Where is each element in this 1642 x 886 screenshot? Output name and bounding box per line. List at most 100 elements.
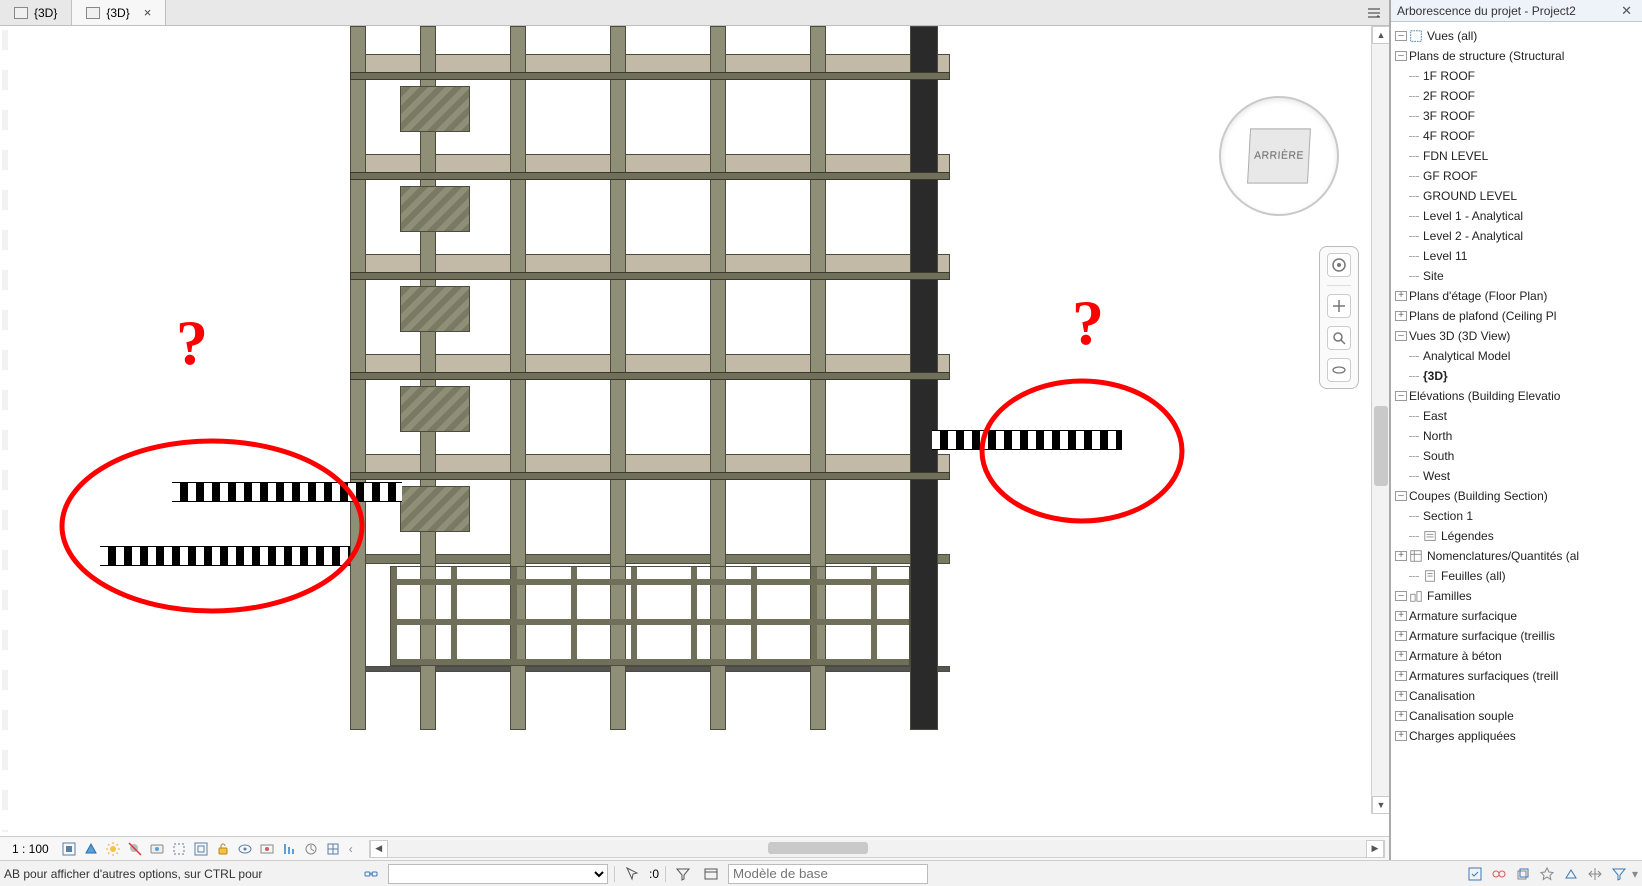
select-links-icon[interactable] (1488, 864, 1510, 884)
tab-list-menu[interactable] (1359, 0, 1389, 25)
workset-combo[interactable] (728, 864, 928, 884)
reveal-constraints-icon[interactable] (323, 840, 343, 858)
workset-icon[interactable] (700, 864, 722, 884)
filter-selection-icon[interactable] (1608, 864, 1630, 884)
3d-viewport[interactable]: ? ? ARRIÈRE ▲ ▼ (0, 26, 1389, 836)
chevron-down-icon[interactable]: ▾ (1632, 867, 1638, 881)
pan-button[interactable] (1327, 294, 1351, 318)
select-face-icon[interactable] (1560, 864, 1582, 884)
tree-item[interactable]: +Armature à béton (1395, 646, 1640, 666)
tree-item[interactable]: Section 1 (1395, 506, 1640, 526)
viewport-vscroll[interactable]: ▲ ▼ (1371, 26, 1389, 814)
tree-item[interactable]: –Plans de structure (Structural (1395, 46, 1640, 66)
chevron-left-icon[interactable]: ‹ (345, 842, 357, 856)
project-browser-title[interactable]: Arborescence du projet - Project2 ✕ (1391, 0, 1642, 22)
tree-item[interactable]: +Canalisation souple (1395, 706, 1640, 726)
analytical-model-icon[interactable] (279, 840, 299, 858)
tree-item[interactable]: FDN LEVEL (1395, 146, 1640, 166)
tree-item[interactable]: GF ROOF (1395, 166, 1640, 186)
crop-view-icon[interactable] (169, 840, 189, 858)
tree-item[interactable]: East (1395, 406, 1640, 426)
tree-item[interactable]: North (1395, 426, 1640, 446)
view-tab-3d-1[interactable]: {3D} (0, 0, 72, 25)
tree-item[interactable]: {3D} (1395, 366, 1640, 386)
expand-icon[interactable]: + (1395, 631, 1407, 641)
drag-elements-icon[interactable] (1584, 864, 1606, 884)
scale-label[interactable]: 1 : 100 (4, 842, 57, 856)
type-selector[interactable] (388, 864, 608, 884)
rendering-dialog-icon[interactable] (147, 840, 167, 858)
tree-item[interactable]: +Armature surfacique (treillis (1395, 626, 1640, 646)
close-panel-icon[interactable]: ✕ (1617, 3, 1636, 19)
scroll-right-icon[interactable]: ▶ (1366, 840, 1384, 858)
steering-wheel-button[interactable] (1327, 253, 1351, 277)
collapse-icon[interactable]: – (1395, 491, 1407, 501)
filter-icon[interactable] (672, 864, 694, 884)
viewcube[interactable]: ARRIÈRE (1219, 96, 1339, 216)
vscroll-thumb[interactable] (1374, 406, 1388, 486)
hscroll-thumb[interactable] (768, 842, 868, 854)
expand-icon[interactable]: + (1395, 691, 1407, 701)
scroll-down-icon[interactable]: ▼ (1372, 796, 1389, 814)
tree-item[interactable]: –Coupes (Building Section) (1395, 486, 1640, 506)
tree-item[interactable]: Site (1395, 266, 1640, 286)
project-browser-tree[interactable]: –Vues (all)–Plans de structure (Structur… (1391, 22, 1642, 860)
expand-icon[interactable]: + (1395, 551, 1407, 561)
tree-item[interactable]: –Elévations (Building Elevatio (1395, 386, 1640, 406)
collapse-icon[interactable]: – (1395, 591, 1407, 601)
unlock-3d-icon[interactable] (213, 840, 233, 858)
detail-level-icon[interactable] (59, 840, 79, 858)
select-pinned-icon[interactable] (1536, 864, 1558, 884)
expand-icon[interactable]: + (1395, 291, 1407, 301)
select-link-icon[interactable] (360, 864, 382, 884)
highlight-displacement-icon[interactable] (301, 840, 321, 858)
expand-icon[interactable]: + (1395, 311, 1407, 321)
expand-icon[interactable]: + (1395, 671, 1407, 681)
tree-item[interactable]: GROUND LEVEL (1395, 186, 1640, 206)
expand-icon[interactable]: + (1395, 731, 1407, 741)
expand-icon[interactable]: + (1395, 651, 1407, 661)
tree-item[interactable]: +Plans de plafond (Ceiling Pl (1395, 306, 1640, 326)
sun-path-icon[interactable] (103, 840, 123, 858)
collapse-icon[interactable]: – (1395, 51, 1407, 61)
collapse-icon[interactable]: – (1395, 331, 1407, 341)
close-tab-icon[interactable]: × (144, 5, 152, 20)
tree-item[interactable]: +Plans d'étage (Floor Plan) (1395, 286, 1640, 306)
tree-item[interactable]: 3F ROOF (1395, 106, 1640, 126)
select-underlay-icon[interactable] (1512, 864, 1534, 884)
tree-item[interactable]: Level 11 (1395, 246, 1640, 266)
tree-item[interactable]: +Charges appliquées (1395, 726, 1640, 746)
expand-icon[interactable]: + (1395, 711, 1407, 721)
editable-only-icon[interactable] (1464, 864, 1486, 884)
tree-item[interactable]: –Vues (all) (1395, 26, 1640, 46)
tree-item[interactable]: Légendes (1395, 526, 1640, 546)
tree-item[interactable]: –Familles (1395, 586, 1640, 606)
tree-item[interactable]: +Armature surfacique (1395, 606, 1640, 626)
tree-item[interactable]: 4F ROOF (1395, 126, 1640, 146)
zoom-button[interactable] (1327, 326, 1351, 350)
crop-region-visible-icon[interactable] (191, 840, 211, 858)
temporary-hide-icon[interactable] (235, 840, 255, 858)
expand-icon[interactable]: + (1395, 611, 1407, 621)
tree-item[interactable]: 2F ROOF (1395, 86, 1640, 106)
collapse-icon[interactable]: – (1395, 391, 1407, 401)
tree-item[interactable]: +Armatures surfaciques (treill (1395, 666, 1640, 686)
tree-item[interactable]: Level 1 - Analytical (1395, 206, 1640, 226)
tree-item[interactable]: 1F ROOF (1395, 66, 1640, 86)
collapse-icon[interactable]: – (1395, 31, 1407, 41)
selection-count-icon[interactable] (621, 864, 643, 884)
tree-item[interactable]: +Nomenclatures/Quantités (al (1395, 546, 1640, 566)
tree-item[interactable]: Analytical Model (1395, 346, 1640, 366)
tree-item[interactable]: Level 2 - Analytical (1395, 226, 1640, 246)
view-tab-3d-2[interactable]: {3D} × (72, 0, 166, 25)
shadows-off-icon[interactable] (125, 840, 145, 858)
tree-item[interactable]: Feuilles (all) (1395, 566, 1640, 586)
viewport-hscroll[interactable]: ◀ ▶ (369, 840, 1385, 858)
scroll-up-icon[interactable]: ▲ (1372, 26, 1389, 44)
orbit-button[interactable] (1327, 358, 1351, 382)
scroll-left-icon[interactable]: ◀ (370, 840, 388, 858)
visual-style-icon[interactable] (81, 840, 101, 858)
tree-item[interactable]: South (1395, 446, 1640, 466)
reveal-hidden-icon[interactable] (257, 840, 277, 858)
tree-item[interactable]: +Canalisation (1395, 686, 1640, 706)
